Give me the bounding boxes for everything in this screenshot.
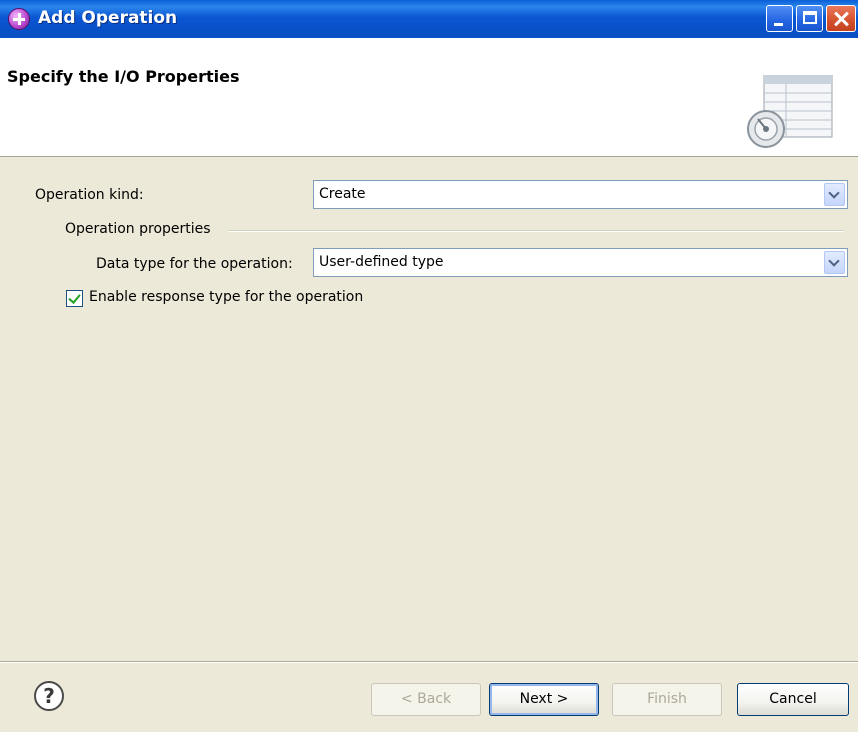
enable-response-label[interactable]: Enable response type for the operation <box>89 289 363 305</box>
title-bar[interactable]: Add Operation <box>0 0 858 38</box>
close-button[interactable] <box>826 5 856 32</box>
cancel-button[interactable]: Cancel <box>737 683 849 716</box>
data-type-value: User-defined type <box>319 254 444 270</box>
operation-properties-group-label: Operation properties <box>65 221 211 237</box>
footer-divider <box>0 661 858 663</box>
enable-response-checkbox[interactable] <box>66 290 83 307</box>
operation-kind-value: Create <box>319 186 366 202</box>
minimize-button[interactable] <box>766 5 793 32</box>
group-divider <box>229 230 844 232</box>
data-type-select[interactable]: User-defined type <box>313 248 848 277</box>
operation-kind-select[interactable]: Create <box>313 180 848 209</box>
help-icon[interactable]: ? <box>34 681 64 711</box>
back-button[interactable]: < Back <box>371 683 481 716</box>
next-button[interactable]: Next > <box>489 683 599 716</box>
table-properties-icon <box>747 75 833 148</box>
maximize-button[interactable] <box>796 5 823 32</box>
app-icon <box>8 8 30 30</box>
add-operation-dialog: Add Operation Specify the I/O Properties… <box>0 0 858 732</box>
window-title: Add Operation <box>38 8 178 28</box>
chevron-down-icon[interactable] <box>824 251 845 274</box>
finish-button[interactable]: Finish <box>612 683 722 716</box>
chevron-down-icon[interactable] <box>824 183 845 206</box>
page-title: Specify the I/O Properties <box>7 67 240 86</box>
data-type-label: Data type for the operation: <box>96 256 293 272</box>
operation-kind-label: Operation kind: <box>35 187 144 203</box>
wizard-banner: Specify the I/O Properties <box>0 38 858 157</box>
